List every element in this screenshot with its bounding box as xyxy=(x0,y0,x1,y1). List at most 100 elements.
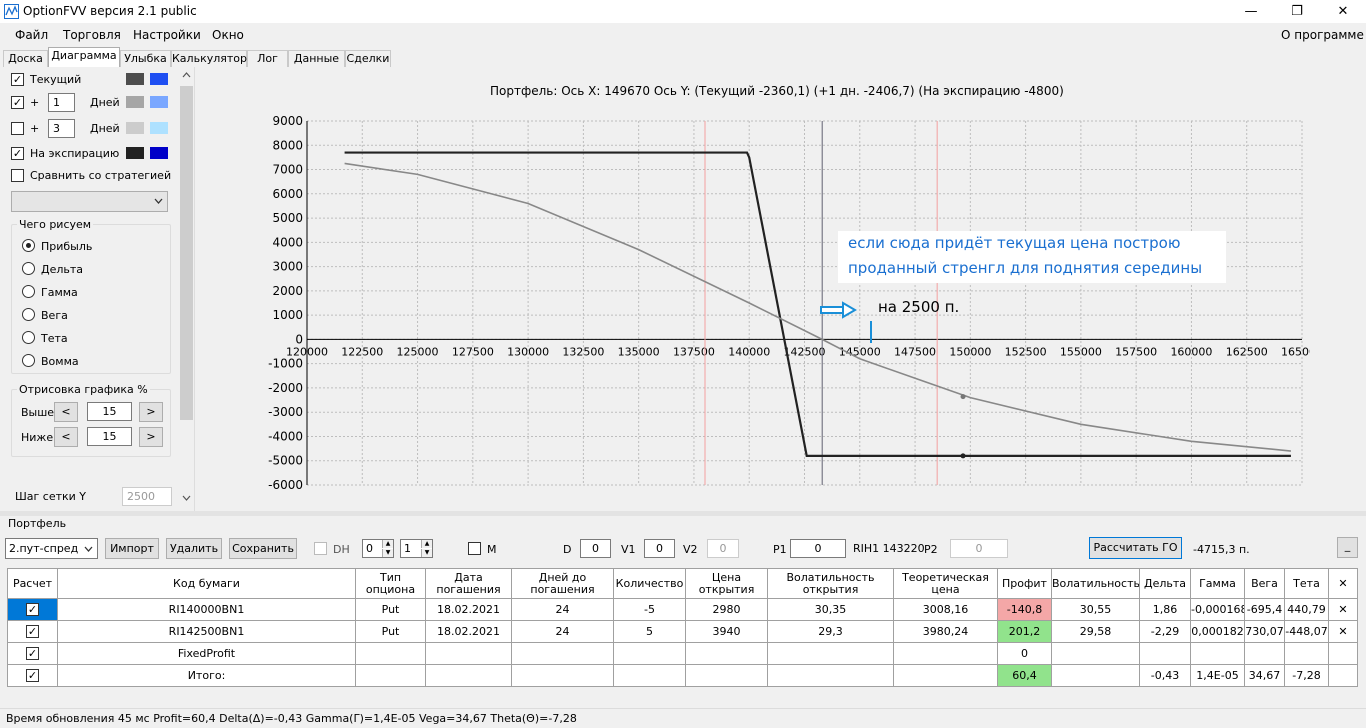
menu-trade[interactable]: Торговля xyxy=(63,28,121,42)
expiry-color-swatch-2[interactable] xyxy=(150,147,168,159)
table-cell[interactable]: ✓ xyxy=(7,598,58,621)
grid-step-input[interactable]: 2500 xyxy=(122,487,172,506)
spin-up-icon[interactable]: ▲ xyxy=(382,540,393,548)
radio-vega[interactable] xyxy=(22,308,35,321)
plus1-color-swatch[interactable] xyxy=(126,96,144,108)
plus1-checkbox[interactable]: ✓ xyxy=(11,96,24,109)
table-row[interactable]: ✓ RI142500BN1 Put 18.02.2021 24 5 3940 29,3 3980… xyxy=(7,620,1358,643)
collapse-button[interactable]: _ xyxy=(1337,537,1358,558)
table-header-cell[interactable]: Профит xyxy=(997,568,1052,599)
table-cell[interactable]: ✓ xyxy=(7,642,58,665)
plus3-color-swatch[interactable] xyxy=(126,122,144,134)
plus3-checkbox[interactable] xyxy=(11,122,24,135)
scroll-down-icon[interactable] xyxy=(182,495,191,501)
tab-smile[interactable]: Улыбка xyxy=(120,50,171,67)
spin-down-icon[interactable]: ▼ xyxy=(421,549,432,557)
tab-data[interactable]: Данные xyxy=(288,50,345,67)
table-row[interactable]: ✓ FixedProfit 0 xyxy=(7,642,1358,665)
current-color-swatch[interactable] xyxy=(126,73,144,85)
import-button[interactable]: Импорт xyxy=(105,538,159,559)
table-cell[interactable]: ✓ xyxy=(7,620,58,643)
table-header-cell[interactable]: Тета xyxy=(1284,568,1329,599)
below-increase-button[interactable]: > xyxy=(139,427,163,447)
radio-theta[interactable] xyxy=(22,331,35,344)
table-header-cell[interactable]: Код бумаги xyxy=(57,568,356,599)
expiry-checkbox[interactable]: ✓ xyxy=(11,147,24,160)
table-header-cell[interactable]: Количество xyxy=(613,568,686,599)
table-cell[interactable] xyxy=(1328,664,1358,687)
table-header-cell[interactable]: Цена открытия xyxy=(685,568,768,599)
p1-input[interactable]: 0 xyxy=(790,539,846,558)
above-increase-button[interactable]: > xyxy=(139,402,163,422)
row-checkbox[interactable]: ✓ xyxy=(26,603,39,617)
menu-file[interactable]: Файл xyxy=(15,28,48,42)
v2-input[interactable]: 0 xyxy=(707,539,739,558)
close-button[interactable]: ✕ xyxy=(1320,0,1366,23)
menu-window[interactable]: Окно xyxy=(212,28,244,42)
dh-spin-2[interactable]: 1 ▲ ▼ xyxy=(400,539,433,558)
table-header-cell[interactable]: ✕ xyxy=(1328,568,1358,599)
delete-button[interactable]: Удалить xyxy=(166,538,222,559)
scroll-up-icon[interactable] xyxy=(182,72,191,78)
radio-vomma[interactable] xyxy=(22,354,35,367)
spin-up-icon[interactable]: ▲ xyxy=(421,540,432,548)
d-input[interactable]: 0 xyxy=(580,539,611,558)
table-header-cell[interactable]: Волатильность открытия xyxy=(767,568,894,599)
table-header-cell[interactable]: Теоретическая цена xyxy=(893,568,998,599)
dh-checkbox[interactable] xyxy=(314,542,327,555)
below-decrease-button[interactable]: < xyxy=(54,427,78,447)
table-header-cell[interactable]: Волатильность xyxy=(1051,568,1140,599)
tab-log[interactable]: Лог xyxy=(247,50,288,67)
save-button[interactable]: Сохранить xyxy=(229,538,297,559)
strategy-select[interactable] xyxy=(11,191,168,212)
table-cell: 440,79 xyxy=(1284,598,1329,621)
maximize-button[interactable]: ❐ xyxy=(1274,0,1320,23)
payoff-chart[interactable]: 120000 122500 125000 127500 130000 132500 1350… xyxy=(250,112,1310,504)
dh-spin-1[interactable]: 0 ▲ ▼ xyxy=(362,539,394,558)
plus1-color-swatch-2[interactable] xyxy=(150,96,168,108)
plus3-color-swatch-2[interactable] xyxy=(150,122,168,134)
minimize-button[interactable]: — xyxy=(1228,0,1274,23)
table-cell[interactable] xyxy=(1328,642,1358,665)
left-panel-scroll-thumb[interactable] xyxy=(180,86,193,420)
table-header-cell[interactable]: Гамма xyxy=(1190,568,1245,599)
calc-go-button[interactable]: Рассчитать ГО xyxy=(1089,537,1182,559)
below-input[interactable]: 15 xyxy=(87,427,132,446)
radio-profit[interactable] xyxy=(22,239,35,252)
menu-settings[interactable]: Настройки xyxy=(133,28,201,42)
p2-input[interactable]: 0 xyxy=(950,539,1008,558)
radio-delta[interactable] xyxy=(22,262,35,275)
table-header-cell[interactable]: Расчет xyxy=(7,568,58,599)
table-cell[interactable]: ✓ xyxy=(7,664,58,687)
menu-about[interactable]: О программе xyxy=(1281,28,1364,42)
table-cell[interactable]: ✕ xyxy=(1328,620,1358,643)
portfolio-select[interactable]: 2.пут-спред xyxy=(5,538,98,559)
table-header-cell[interactable]: Дельта xyxy=(1139,568,1191,599)
tab-deals[interactable]: Сделки xyxy=(345,50,391,67)
above-decrease-button[interactable]: < xyxy=(54,402,78,422)
table-row[interactable]: ✓ Итого: 60,4 -0,43 1,4E-05 34,67 -7,28 xyxy=(7,664,1358,687)
plus3-days-input[interactable]: 3 xyxy=(48,119,75,138)
table-header-cell[interactable]: Дней до погашения xyxy=(511,568,614,599)
expiry-color-swatch[interactable] xyxy=(126,147,144,159)
current-checkbox[interactable]: ✓ xyxy=(11,73,24,86)
row-checkbox[interactable]: ✓ xyxy=(26,625,39,639)
spin-down-icon[interactable]: ▼ xyxy=(382,549,393,557)
m-checkbox[interactable] xyxy=(468,542,481,555)
table-row[interactable]: ✓ RI140000BN1 Put 18.02.2021 24 -5 2980 30,35 30… xyxy=(7,598,1358,621)
plus1-days-input[interactable]: 1 xyxy=(48,93,75,112)
table-header-cell[interactable]: Тип опциона xyxy=(355,568,426,599)
table-cell[interactable]: ✕ xyxy=(1328,598,1358,621)
v1-input[interactable]: 0 xyxy=(644,539,675,558)
table-header-cell[interactable]: Дата погашения xyxy=(425,568,512,599)
current-color-swatch-2[interactable] xyxy=(150,73,168,85)
above-input[interactable]: 15 xyxy=(87,402,132,421)
tab-board[interactable]: Доска xyxy=(3,50,48,67)
tab-diagram[interactable]: Диаграмма xyxy=(48,47,120,68)
tab-calculator[interactable]: Калькулятор xyxy=(171,50,247,67)
compare-checkbox[interactable] xyxy=(11,169,24,182)
row-checkbox[interactable]: ✓ xyxy=(26,669,39,683)
table-header-cell[interactable]: Вега xyxy=(1244,568,1285,599)
radio-gamma[interactable] xyxy=(22,285,35,298)
row-checkbox[interactable]: ✓ xyxy=(26,647,39,661)
